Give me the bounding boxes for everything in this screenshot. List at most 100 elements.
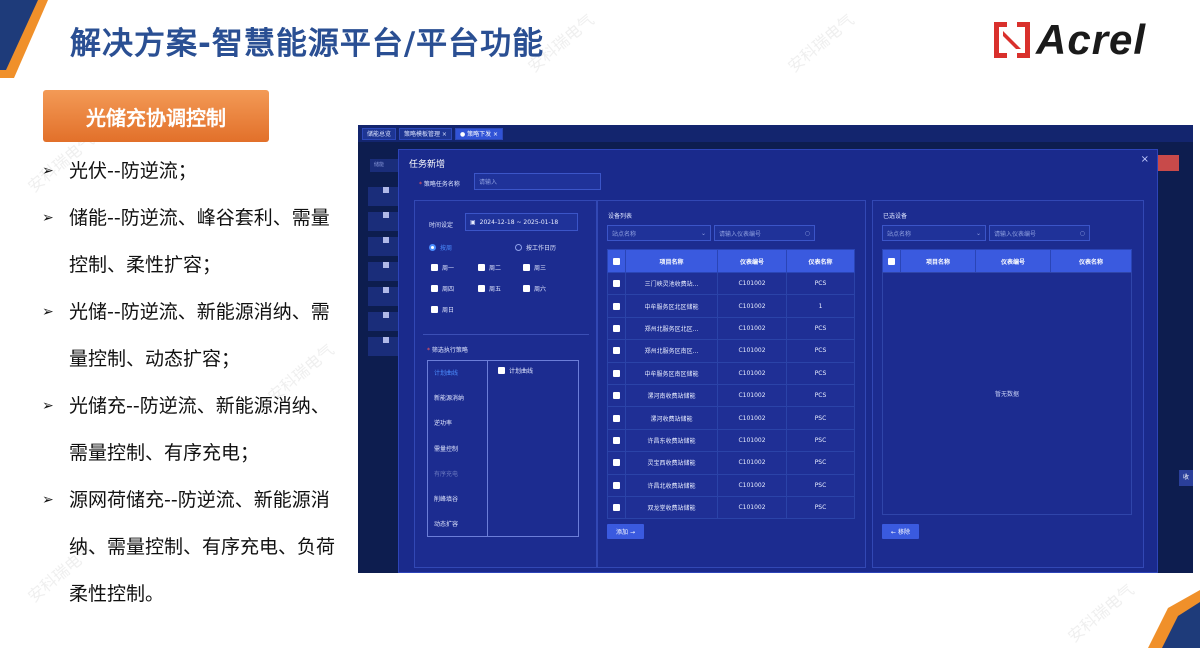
table-row[interactable]: 郑州北服务区北区... C101002 PCS bbox=[607, 316, 855, 341]
row-checkbox[interactable] bbox=[613, 392, 620, 400]
column-header: 仪表名称 bbox=[1050, 249, 1132, 273]
bullet-arrow-icon: ➢ bbox=[42, 210, 54, 226]
acrel-logo-icon bbox=[994, 22, 1030, 58]
table-row[interactable]: 许昌东收费站储能 C101002 PSC bbox=[607, 428, 855, 453]
section-badge: 光储充协调控制 bbox=[43, 90, 269, 142]
bullet-item: ➢ 源网荷储充--防逆流、新能源消纳、需量控制、有序充电、负荷柔性控制。 bbox=[42, 477, 342, 618]
close-icon[interactable]: × bbox=[1141, 154, 1149, 165]
tab-bar: 储能总览 策略模板管理 × ● 策略下发 × bbox=[358, 125, 1193, 142]
strategy-dynamic-expansion[interactable]: 动态扩容 bbox=[428, 512, 487, 537]
dialog-title: 任务新增 bbox=[409, 160, 446, 170]
table-row[interactable]: 双龙堂收费站储能 C101002 PSC bbox=[607, 495, 855, 520]
checkbox-thu[interactable]: 周四 bbox=[431, 284, 454, 293]
row-checkbox[interactable] bbox=[613, 280, 620, 288]
empty-state: 暂无数据 bbox=[882, 272, 1132, 515]
selected-meter-search-input[interactable]: 请输入仪表编号 ○ bbox=[989, 225, 1090, 241]
bullet-item: ➢ 储能--防逆流、峰谷套利、需量控制、柔性扩容； bbox=[42, 195, 342, 289]
row-checkbox[interactable] bbox=[613, 414, 620, 422]
table-row[interactable]: 中牟服务区北区储能 C101002 1 bbox=[607, 294, 855, 318]
table-row[interactable]: 漯河南收费站储能 C101002 PCS bbox=[607, 383, 855, 408]
device-list-title: 设备列表 bbox=[608, 213, 633, 220]
device-table: 项目名称 仪表编号 仪表名称 三门峡灵池收费站... C101002 PCS 中牟服… bbox=[607, 249, 855, 520]
column-header: 仪表名称 bbox=[786, 249, 855, 273]
schedule-panel: 时间设定 ▣ 2024-12-18 ~ 2025-01-18 按周 按工作日历 周… bbox=[414, 200, 597, 568]
task-name-input[interactable]: 请输入 bbox=[474, 173, 601, 190]
table-row[interactable]: 中牟服务区南区储能 C101002 PCS bbox=[607, 361, 855, 385]
tab-strategy-dispatch[interactable]: ● 策略下发 × bbox=[454, 127, 504, 140]
add-button[interactable]: 添加 → bbox=[607, 524, 644, 539]
strategy-selector: 计划曲线 新能源消纳 逆功率 需量控制 有序充电 削峰填谷 动态扩容 计划曲线 bbox=[427, 360, 579, 537]
slide-title: 解决方案-智慧能源平台/平台功能 bbox=[70, 26, 545, 62]
row-checkbox[interactable] bbox=[613, 436, 620, 444]
corner-decoration-bottom-right bbox=[1148, 590, 1200, 648]
strategy-peak-shaving[interactable]: 削峰填谷 bbox=[428, 487, 487, 512]
checkbox-sat[interactable]: 周六 bbox=[523, 284, 546, 293]
selected-table: 项目名称 仪表编号 仪表名称 bbox=[882, 249, 1132, 273]
remove-button[interactable]: ← 移除 bbox=[882, 524, 919, 539]
strategy-reverse-power[interactable]: 逆功率 bbox=[428, 411, 487, 436]
column-header: 项目名称 bbox=[900, 249, 976, 273]
bullet-item: ➢ 光储--防逆流、新能源消纳、需量控制、动态扩容； bbox=[42, 289, 342, 383]
search-icon: ○ bbox=[804, 229, 810, 237]
strategy-ordered-charging[interactable]: 有序充电 bbox=[428, 462, 487, 487]
bullet-arrow-icon: ➢ bbox=[42, 398, 54, 414]
search-icon: ○ bbox=[1079, 229, 1085, 237]
bg-label: 储能 bbox=[370, 159, 400, 172]
column-header: 项目名称 bbox=[625, 249, 718, 273]
divider bbox=[423, 334, 589, 335]
row-checkbox[interactable] bbox=[613, 347, 620, 355]
watermark: 安科瑞电气 bbox=[1064, 580, 1138, 647]
bullet-arrow-icon: ➢ bbox=[42, 492, 54, 508]
strategy-plan-curve[interactable]: 计划曲线 bbox=[428, 361, 487, 386]
watermark: 安科瑞电气 bbox=[784, 10, 858, 77]
checkbox-fri[interactable]: 周五 bbox=[478, 284, 501, 293]
date-range-picker[interactable]: ▣ 2024-12-18 ~ 2025-01-18 bbox=[465, 213, 578, 231]
tab-template-management[interactable]: 策略模板管理 × bbox=[399, 127, 452, 140]
bullet-item: ➢ 光伏--防逆流； bbox=[42, 148, 342, 195]
column-header: 仪表编号 bbox=[717, 249, 787, 273]
selected-devices-panel: 已选设备 站点名称 ⌄ 请输入仪表编号 ○ 项目名称 仪表编号 仪表名称 暂无数据 … bbox=[872, 200, 1144, 568]
row-checkbox[interactable] bbox=[613, 459, 620, 467]
tab-overview[interactable]: 储能总览 bbox=[362, 127, 397, 140]
table-row[interactable]: 郑州北服务区南区... C101002 PCS bbox=[607, 339, 855, 363]
device-list-panel: 设备列表 站点名称 ⌄ 请输入仪表编号 ○ 项目名称 仪表编号 仪表名称 三门峡灵池… bbox=[597, 200, 866, 568]
meter-search-input[interactable]: 请输入仪表编号 ○ bbox=[714, 225, 815, 241]
radio-on-icon bbox=[429, 244, 436, 251]
column-header: 仪表编号 bbox=[975, 249, 1051, 273]
row-checkbox[interactable] bbox=[613, 481, 620, 489]
checkbox-tue[interactable]: 周二 bbox=[478, 263, 501, 272]
checkbox-plan-curve[interactable]: 计划曲线 bbox=[498, 366, 533, 375]
table-row[interactable]: 漯河收费站储能 C101002 PSC bbox=[607, 406, 855, 430]
select-all-checkbox[interactable] bbox=[607, 249, 626, 273]
bullet-item: ➢ 光储充--防逆流、新能源消纳、需量控制、有序充电； bbox=[42, 383, 342, 477]
radio-workday[interactable]: 按工作日历 bbox=[515, 243, 556, 252]
corner-decoration-top-left bbox=[0, 0, 48, 78]
table-row[interactable]: 许昌北收费站储能 C101002 PSC bbox=[607, 473, 855, 497]
radio-off-icon bbox=[515, 244, 522, 251]
strategy-renewable[interactable]: 新能源消纳 bbox=[428, 386, 487, 411]
station-select[interactable]: 站点名称 ⌄ bbox=[607, 225, 711, 241]
checkbox-wed[interactable]: 周三 bbox=[523, 263, 546, 272]
empty-text: 暂无数据 bbox=[994, 391, 1019, 398]
bullet-arrow-icon: ➢ bbox=[42, 304, 54, 320]
selected-title: 已选设备 bbox=[883, 213, 908, 220]
strategy-label: * 筛选执行策略 bbox=[427, 347, 468, 354]
calendar-icon: ▣ bbox=[470, 218, 476, 226]
radio-weekly[interactable]: 按周 bbox=[429, 243, 452, 252]
checkbox-mon[interactable]: 周一 bbox=[431, 263, 454, 272]
strategy-demand-control[interactable]: 需量控制 bbox=[428, 437, 487, 462]
row-checkbox[interactable] bbox=[613, 369, 620, 377]
time-label: 时间设定 bbox=[429, 222, 454, 229]
row-checkbox[interactable] bbox=[613, 504, 620, 512]
side-collapse-button[interactable]: 收 bbox=[1179, 470, 1193, 486]
row-checkbox[interactable] bbox=[613, 324, 620, 332]
selected-station-select[interactable]: 站点名称 ⌄ bbox=[882, 225, 986, 241]
table-row[interactable]: 三门峡灵池收费站... C101002 PCS bbox=[607, 271, 855, 296]
logo-text: Acrel bbox=[1036, 16, 1147, 63]
select-all-checkbox[interactable] bbox=[882, 249, 901, 273]
row-checkbox[interactable] bbox=[613, 302, 620, 310]
table-row[interactable]: 灵宝西收费站储能 C101002 PSC bbox=[607, 451, 855, 475]
strategy-list: 计划曲线 新能源消纳 逆功率 需量控制 有序充电 削峰填谷 动态扩容 bbox=[428, 361, 488, 537]
bullet-list: ➢ 光伏--防逆流； ➢ 储能--防逆流、峰谷套利、需量控制、柔性扩容； ➢ 光储--… bbox=[42, 148, 342, 618]
checkbox-sun[interactable]: 周日 bbox=[431, 305, 454, 314]
